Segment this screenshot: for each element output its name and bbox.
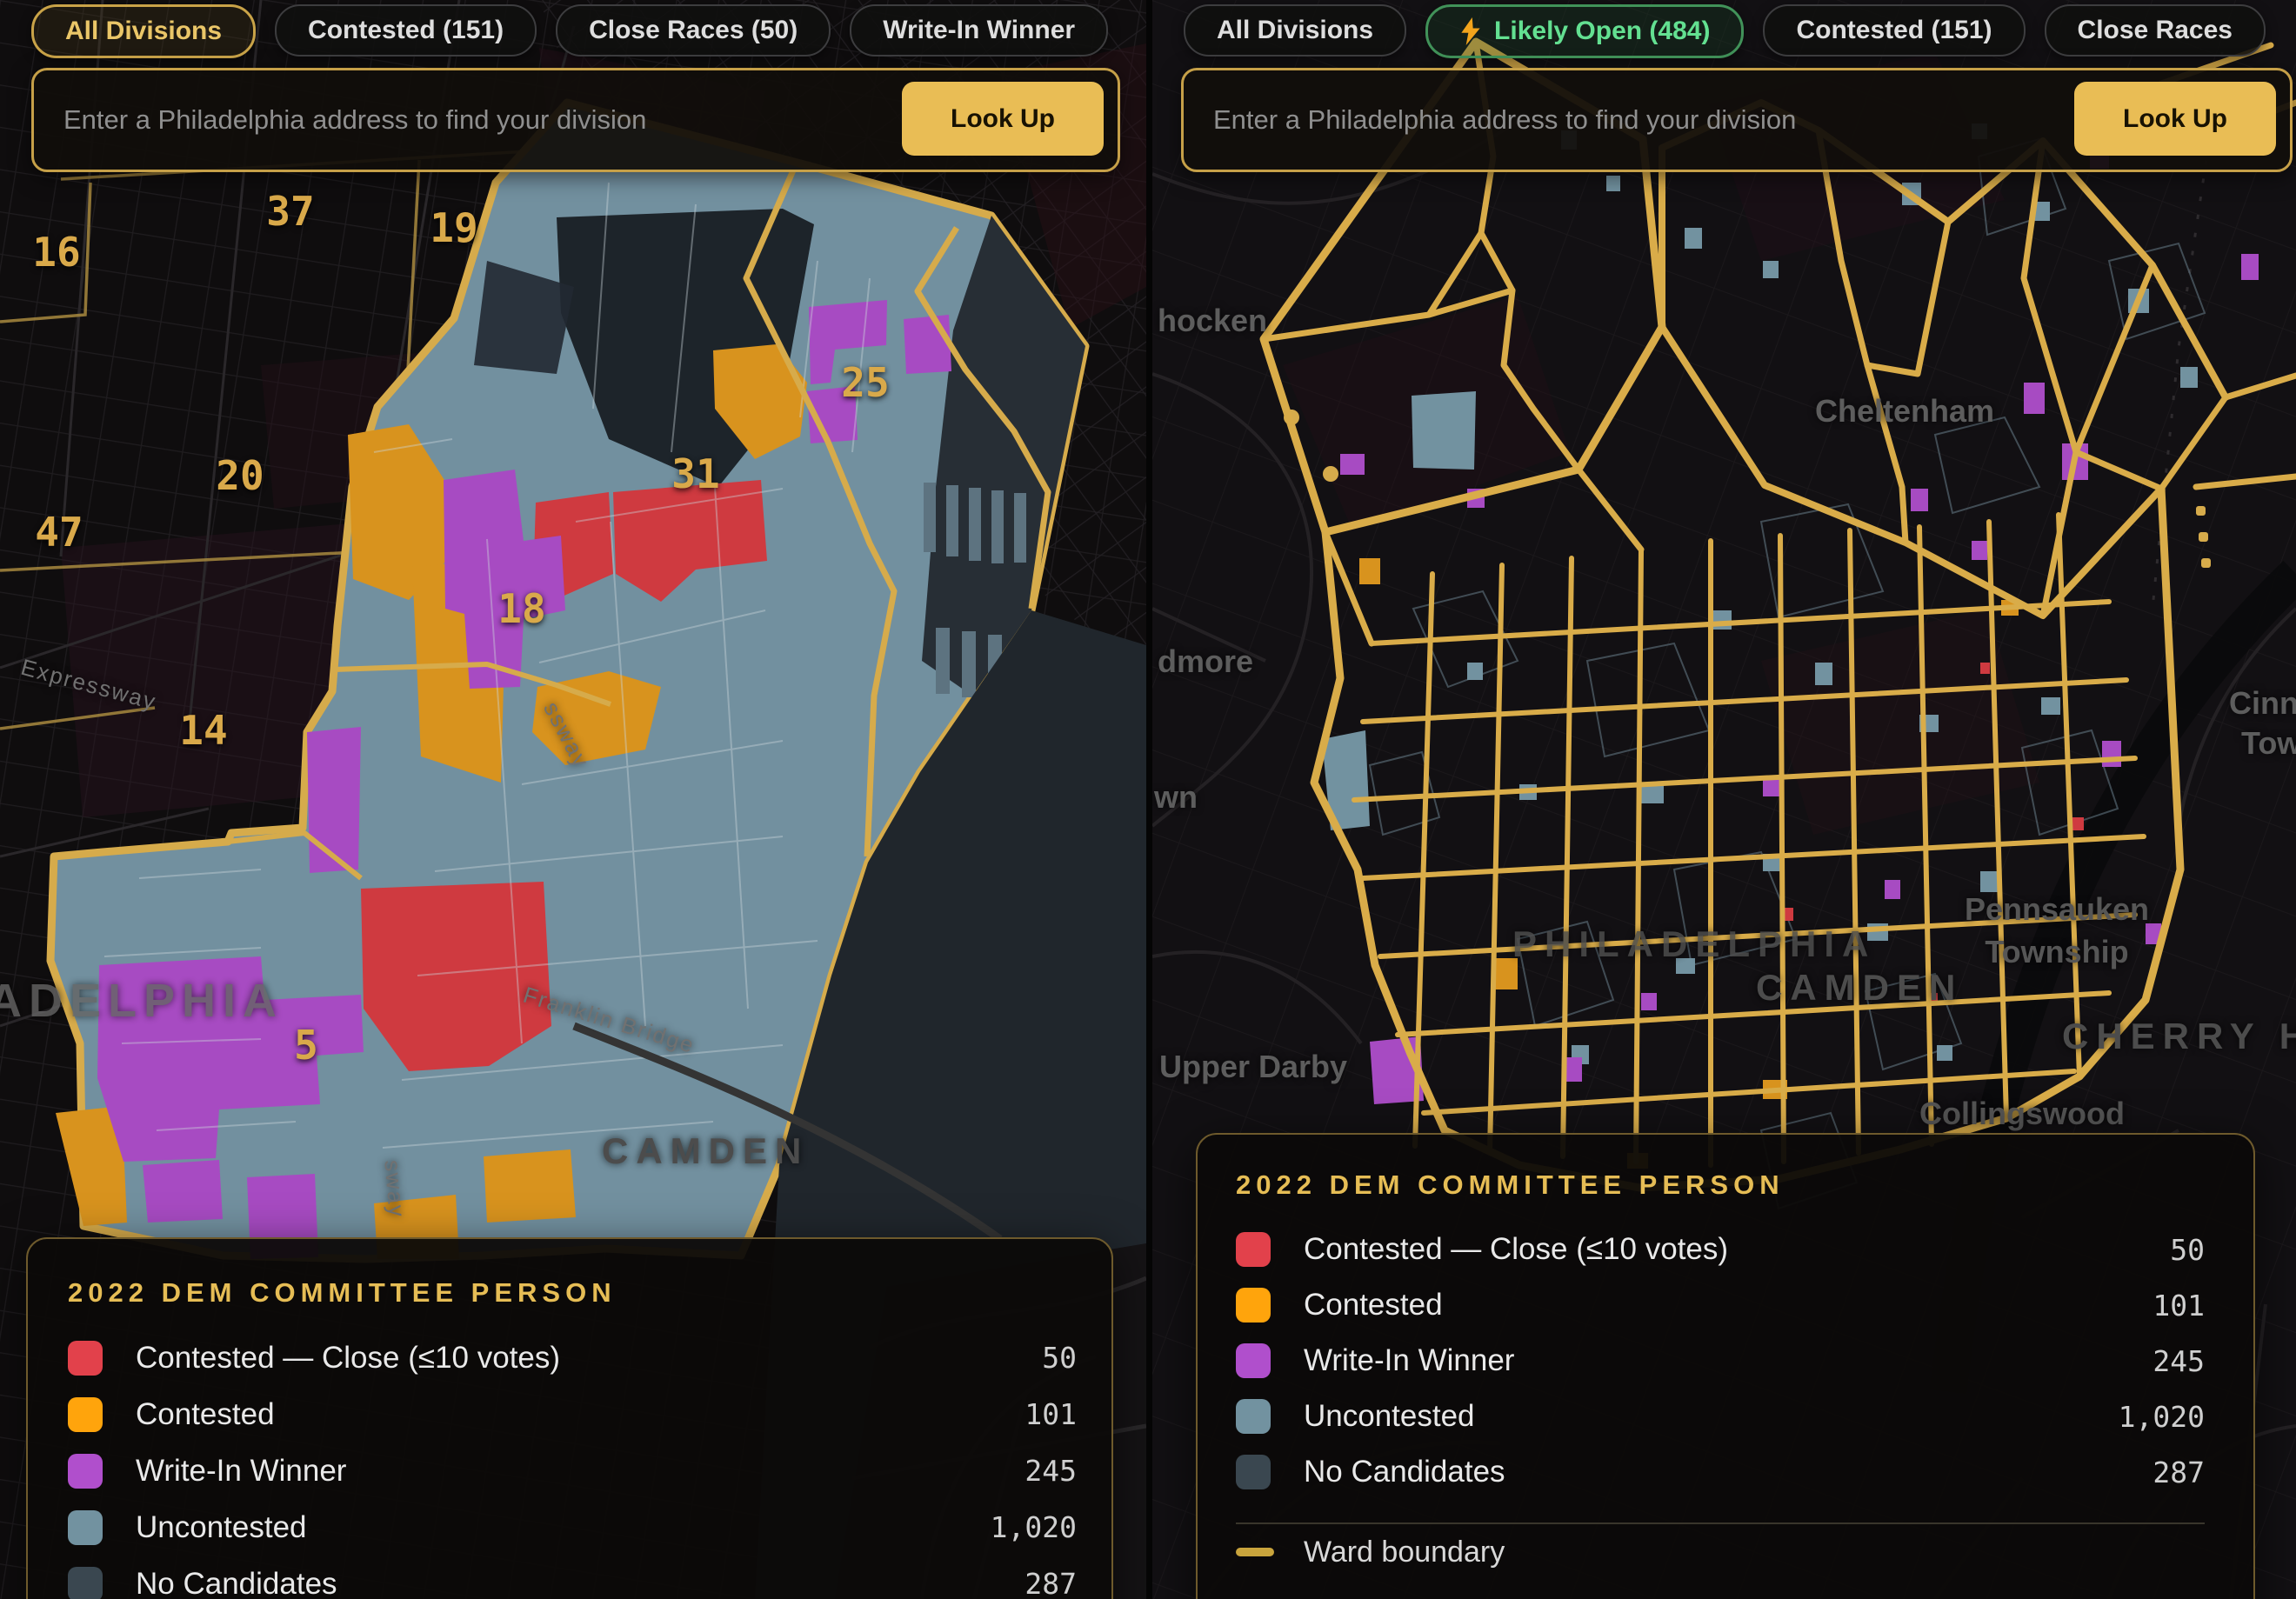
lightning-bolt-icon <box>1459 17 1482 45</box>
tab-label: Contested (151) <box>1796 16 1992 45</box>
legend-row-label: Contested <box>136 1397 1025 1432</box>
tab-contested[interactable]: Contested (151) <box>1763 4 2025 57</box>
legend-row-ward-boundary: Ward boundary <box>1236 1524 2205 1580</box>
legend-row-value: 50 <box>2170 1233 2205 1267</box>
legend-row-value: 287 <box>1025 1567 1077 1599</box>
legend-row-label: No Candidates <box>1304 1455 2152 1489</box>
tab-label: Close Races (50) <box>589 16 798 45</box>
legend-row-value: 101 <box>1025 1397 1077 1431</box>
contested-swatch <box>1236 1288 1271 1323</box>
map-panel-likely-open: hocken Cheltenham Cinna Tow dmore wn Upp… <box>1152 0 2296 1599</box>
legend-row-value: 1,020 <box>2119 1400 2205 1434</box>
tab-contested[interactable]: Contested (151) <box>275 4 537 57</box>
uncontested-swatch <box>1236 1399 1271 1434</box>
legend-row-label: Contested <box>1304 1288 2152 1323</box>
no-candidates-swatch <box>68 1567 103 1599</box>
legend-row-no-candidates: No Candidates 287 <box>1236 1444 2205 1500</box>
legend-row-value: 245 <box>1025 1454 1077 1488</box>
legend-row-contested: Contested 101 <box>68 1386 1077 1442</box>
legend-row-label: Uncontested <box>136 1510 991 1545</box>
legend-row-value: 1,020 <box>991 1510 1077 1544</box>
write-in-swatch <box>1236 1343 1271 1378</box>
legend-row-value: 50 <box>1042 1341 1077 1375</box>
address-search-bar-left: Look Up <box>31 68 1120 172</box>
legend-row-contested-close: Contested — Close (≤10 votes) 50 <box>68 1329 1077 1386</box>
tab-label: Write-In Winner <box>883 16 1075 45</box>
no-candidates-swatch <box>1236 1455 1271 1489</box>
legend-title: 2022 DEM COMMITTEE PERSON <box>1236 1169 2205 1201</box>
legend-row-label: Write-In Winner <box>136 1454 1025 1489</box>
legend-row-uncontested: Uncontested 1,020 <box>1236 1389 2205 1444</box>
legend-row-label: Uncontested <box>1304 1399 2119 1434</box>
tab-close-races[interactable]: Close Races <box>2045 4 2266 57</box>
look-up-button[interactable]: Look Up <box>902 82 1104 156</box>
tab-write-in-winner[interactable]: Write-In Winner <box>850 4 1108 57</box>
tab-label: All Divisions <box>65 17 222 46</box>
tab-likely-open[interactable]: Likely Open (484) <box>1425 4 1744 58</box>
write-in-swatch <box>68 1454 103 1489</box>
legend-card-right: 2022 DEM COMMITTEE PERSON Contested — Cl… <box>1196 1133 2255 1599</box>
contested-close-swatch <box>1236 1232 1271 1267</box>
legend-row-label: Ward boundary <box>1304 1536 2205 1569</box>
legend-row-label: Contested — Close (≤10 votes) <box>1304 1232 2170 1267</box>
tab-all-divisions[interactable]: All Divisions <box>1184 4 1406 57</box>
legend-row-write-in: Write-In Winner 245 <box>68 1442 1077 1499</box>
legend-title: 2022 DEM COMMITTEE PERSON <box>68 1277 1077 1309</box>
tab-all-divisions[interactable]: All Divisions <box>31 4 256 58</box>
look-up-button[interactable]: Look Up <box>2074 82 2276 156</box>
tab-close-races[interactable]: Close Races (50) <box>556 4 831 57</box>
legend-row-label: Contested — Close (≤10 votes) <box>136 1341 1042 1376</box>
legend-row-uncontested: Uncontested 1,020 <box>68 1499 1077 1556</box>
tab-label: Likely Open (484) <box>1494 17 1710 46</box>
tab-label: Contested (151) <box>308 16 504 45</box>
uncontested-swatch <box>68 1510 103 1545</box>
address-search-bar-right: Look Up <box>1181 68 2293 172</box>
legend-row-label: No Candidates <box>136 1567 1025 1599</box>
legend-row-value: 101 <box>2152 1289 2205 1323</box>
legend-row-write-in: Write-In Winner 245 <box>1236 1333 2205 1389</box>
legend-card-left: 2022 DEM COMMITTEE PERSON Contested — Cl… <box>26 1237 1113 1599</box>
legend-row-no-candidates: No Candidates 287 <box>68 1556 1077 1599</box>
legend-row-contested: Contested 101 <box>1236 1277 2205 1333</box>
committee-person-map-app: 16 37 19 20 47 14 18 31 25 5 ADELPHIA Ex… <box>0 0 2296 1599</box>
legend-row-contested-close: Contested — Close (≤10 votes) 50 <box>1236 1222 2205 1277</box>
filter-tab-bar-left: All Divisions Contested (151) Close Race… <box>31 4 1108 58</box>
contested-close-swatch <box>68 1341 103 1376</box>
map-panel-all-divisions: 16 37 19 20 47 14 18 31 25 5 ADELPHIA Ex… <box>0 0 1146 1599</box>
tab-label: All Divisions <box>1217 16 1373 45</box>
tab-label: Close Races <box>2078 16 2233 45</box>
legend-row-label: Write-In Winner <box>1304 1343 2152 1378</box>
ward-boundary-swatch <box>1236 1548 1274 1556</box>
filter-tab-bar-right: All Divisions Likely Open (484) Conteste… <box>1184 4 2266 58</box>
legend-row-value: 245 <box>2152 1344 2205 1378</box>
contested-swatch <box>68 1397 103 1432</box>
legend-row-value: 287 <box>2152 1456 2205 1489</box>
